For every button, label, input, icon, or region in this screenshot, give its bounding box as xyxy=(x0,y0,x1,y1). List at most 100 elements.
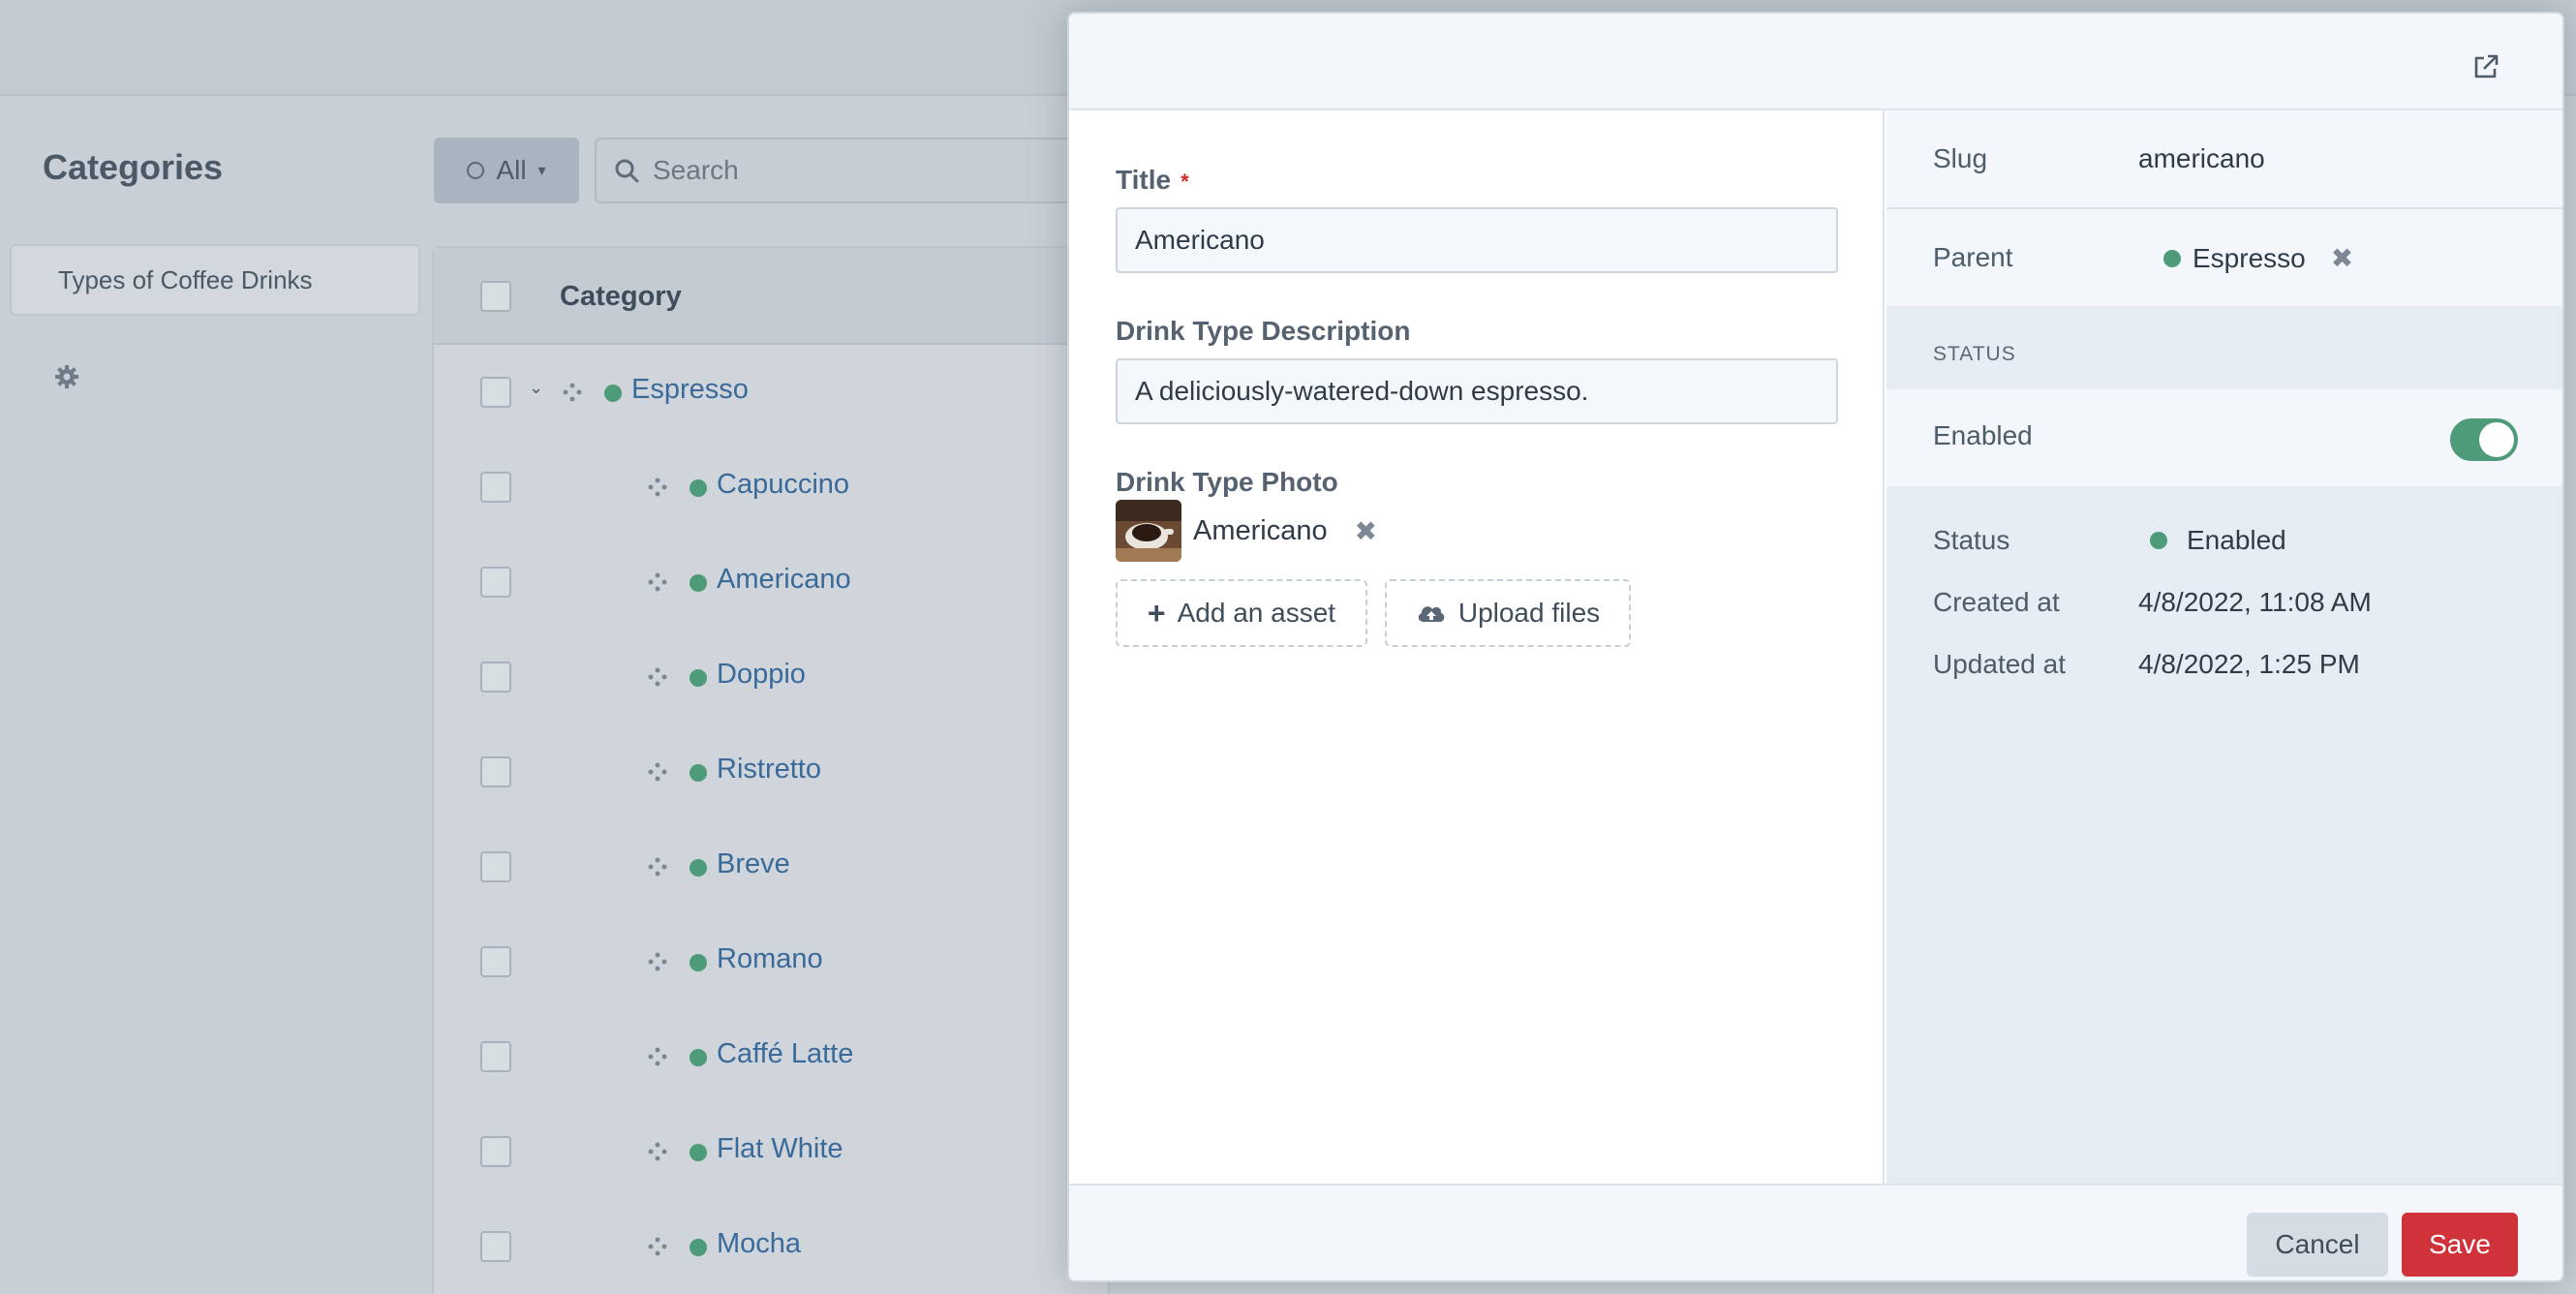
table-row: Romano xyxy=(434,914,1112,1009)
row-checkbox[interactable] xyxy=(480,1136,511,1167)
status-dot xyxy=(690,574,707,592)
upload-files-button[interactable]: Upload files xyxy=(1385,579,1631,647)
search-icon xyxy=(615,159,639,183)
table-row: Doppio xyxy=(434,630,1112,724)
status-dot xyxy=(2150,532,2167,549)
photo-field-label: Drink Type Photo xyxy=(1116,467,1338,497)
enabled-toggle[interactable] xyxy=(2450,418,2518,461)
table-row: Ristretto xyxy=(434,724,1112,819)
row-checkbox[interactable] xyxy=(480,567,511,598)
category-link[interactable]: Doppio xyxy=(717,659,806,691)
parent-name: Espresso xyxy=(2193,242,2306,273)
drag-handle-icon[interactable] xyxy=(647,1141,668,1162)
status-filter-button[interactable]: All ▾ xyxy=(434,138,579,203)
panel-footer: Cancel Save xyxy=(1069,1184,2562,1280)
drag-handle-icon[interactable] xyxy=(647,1236,668,1257)
save-button[interactable]: Save xyxy=(2402,1213,2518,1277)
updated-at-value: 4/8/2022, 1:25 PM xyxy=(2138,649,2360,679)
chevron-down-icon: ▾ xyxy=(537,163,546,179)
description-field-label: Drink Type Description xyxy=(1116,316,1411,346)
drag-handle-icon[interactable] xyxy=(647,1046,668,1067)
search-placeholder: Search xyxy=(653,155,739,185)
table-row: ⌄ Espresso xyxy=(434,345,1112,440)
drag-handle-icon[interactable] xyxy=(647,761,668,783)
category-link[interactable]: Flat White xyxy=(717,1133,843,1165)
drag-handle-icon[interactable] xyxy=(647,666,668,688)
status-heading: STATUS xyxy=(1933,343,2016,365)
meta-sidebar: Slug americano Parent Espresso ✖ STATUS … xyxy=(1886,110,2562,1184)
select-all-checkbox[interactable] xyxy=(480,281,511,312)
drag-handle-icon[interactable] xyxy=(647,856,668,878)
remove-parent-icon[interactable]: ✖ xyxy=(2331,242,2353,274)
description-input[interactable]: A deliciously-watered-down espresso. xyxy=(1116,358,1838,424)
drag-handle-icon[interactable] xyxy=(647,571,668,593)
enabled-row: Enabled xyxy=(1886,389,2562,486)
search-input[interactable]: Search xyxy=(595,138,1079,203)
table-row: Americano xyxy=(434,535,1112,630)
page-title: Categories xyxy=(43,147,224,187)
drag-handle-icon[interactable] xyxy=(562,382,583,403)
status-filter-label: All xyxy=(496,155,527,185)
category-link[interactable]: Breve xyxy=(717,848,790,880)
status-dot xyxy=(690,669,707,687)
toggle-knob xyxy=(2479,422,2514,457)
add-asset-button[interactable]: + Add an asset xyxy=(1116,579,1367,647)
title-input[interactable]: Americano xyxy=(1116,207,1838,273)
parent-value[interactable]: Espresso ✖ xyxy=(2163,242,2353,274)
table-row: Mocha xyxy=(434,1199,1112,1294)
asset-thumbnail[interactable] xyxy=(1116,500,1181,562)
table-row: Flat White xyxy=(434,1104,1112,1199)
category-link[interactable]: Capuccino xyxy=(717,469,849,501)
title-input-value: Americano xyxy=(1135,225,1265,255)
plus-icon: + xyxy=(1147,595,1166,631)
category-link[interactable]: Caffé Latte xyxy=(717,1038,853,1070)
enabled-label: Enabled xyxy=(1933,420,2033,450)
status-label: Status xyxy=(1933,525,2010,555)
category-link[interactable]: Mocha xyxy=(717,1228,801,1260)
status-value-text: Enabled xyxy=(2187,525,2286,555)
updated-at-label: Updated at xyxy=(1933,649,2066,679)
row-checkbox[interactable] xyxy=(480,377,511,408)
required-indicator: * xyxy=(1181,169,1189,194)
status-dot xyxy=(690,859,707,877)
entry-editor-panel: Title * Americano Drink Type Description … xyxy=(1067,12,2564,1282)
category-link[interactable]: Espresso xyxy=(631,374,749,406)
slug-label: Slug xyxy=(1933,143,1988,173)
row-checkbox[interactable] xyxy=(480,1041,511,1072)
table-row: Caffé Latte xyxy=(434,1009,1112,1104)
drag-handle-icon[interactable] xyxy=(647,477,668,498)
gear-icon[interactable] xyxy=(54,364,79,389)
status-dot xyxy=(690,1049,707,1066)
title-label-text: Title xyxy=(1116,165,1172,195)
drag-handle-icon[interactable] xyxy=(647,951,668,972)
table-row: Breve xyxy=(434,819,1112,914)
meta-top-section: Slug americano Parent Espresso ✖ xyxy=(1886,110,2562,306)
row-checkbox[interactable] xyxy=(480,756,511,787)
row-checkbox[interactable] xyxy=(480,1231,511,1262)
sidebar-item-types-of-coffee-drinks[interactable]: Types of Coffee Drinks xyxy=(10,244,420,316)
sidebar-item-label: Types of Coffee Drinks xyxy=(58,264,313,294)
row-checkbox[interactable] xyxy=(480,662,511,693)
external-link-icon[interactable] xyxy=(2471,52,2500,81)
title-field-label: Title * xyxy=(1116,165,1189,196)
description-input-value: A deliciously-watered-down espresso. xyxy=(1135,376,1589,406)
cancel-button[interactable]: Cancel xyxy=(2247,1213,2388,1277)
created-at-value: 4/8/2022, 11:08 AM xyxy=(2138,587,2372,617)
status-dot xyxy=(690,764,707,782)
category-link[interactable]: Ristretto xyxy=(717,754,821,786)
row-checkbox[interactable] xyxy=(480,946,511,977)
table-row: Capuccino xyxy=(434,440,1112,535)
row-checkbox[interactable] xyxy=(480,472,511,503)
category-link[interactable]: Americano xyxy=(717,564,851,596)
chevron-down-icon[interactable]: ⌄ xyxy=(529,378,543,398)
slug-value[interactable]: americano xyxy=(2138,143,2265,174)
status-dot xyxy=(604,385,622,402)
row-checkbox[interactable] xyxy=(480,851,511,882)
column-header-category: Category xyxy=(560,281,682,312)
category-table: Category ⌄ Espresso Capuccino Americano … xyxy=(432,246,1112,1294)
selected-asset: Americano ✖ xyxy=(1116,500,1377,562)
created-at-label: Created at xyxy=(1933,587,2060,617)
category-link[interactable]: Romano xyxy=(717,943,823,975)
remove-asset-icon[interactable]: ✖ xyxy=(1355,515,1377,547)
status-dot xyxy=(690,1239,707,1256)
